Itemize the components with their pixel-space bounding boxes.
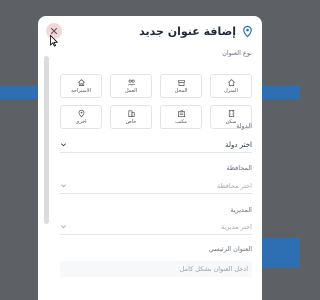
- address-type-grid: المنزل المحل العمل الاستراحة سكن مكتب خا…: [60, 74, 252, 129]
- address-type-home[interactable]: المنزل: [210, 74, 252, 98]
- address-type-rest-house[interactable]: الاستراحة: [60, 74, 102, 98]
- location-plus-icon: [240, 24, 254, 38]
- location-pin-icon: [78, 109, 84, 118]
- building-icon: [228, 109, 234, 118]
- address-type-label: الاستراحة: [71, 88, 91, 94]
- rest-house-icon: [77, 79, 85, 87]
- address-type-work[interactable]: العمل: [110, 74, 152, 98]
- address-type-label: المنزل: [224, 88, 238, 94]
- address-type-label: سكن: [225, 119, 237, 125]
- scrollbar[interactable]: [44, 56, 49, 224]
- country-label: الدولة: [236, 122, 252, 130]
- backdrop-strip-left: [0, 85, 38, 99]
- governorate-select[interactable]: اختر محافظة: [60, 178, 252, 194]
- private-building-icon: [127, 110, 135, 118]
- address-type-label: مكتب: [175, 119, 187, 125]
- backdrop-block: [262, 238, 300, 268]
- address-type-label: خاص: [125, 119, 137, 125]
- address-type-label: العمل: [125, 88, 138, 94]
- directorate-label: المديرية: [230, 206, 252, 214]
- address-type-label: المحل: [174, 88, 188, 94]
- office-icon: [177, 110, 185, 118]
- address-type-private[interactable]: خاص: [110, 105, 152, 129]
- address-type-office[interactable]: مكتب: [160, 105, 202, 129]
- country-select[interactable]: اختر دولة: [60, 137, 252, 153]
- address-type-other[interactable]: اخرى: [60, 105, 102, 129]
- main-address-input[interactable]: ادخل العنوان بشكل كامل: [60, 261, 252, 277]
- main-address-label: العنوان الرئيسي: [208, 245, 252, 253]
- chevron-down-icon: [61, 143, 66, 147]
- people-icon: [127, 79, 135, 86]
- house-icon: [227, 79, 235, 87]
- chevron-down-icon: [61, 225, 66, 229]
- directorate-select[interactable]: اختر مديرية: [60, 219, 252, 235]
- modal-header: إضافة عنوان جديد: [38, 16, 262, 46]
- governorate-select-placeholder: اختر محافظة: [216, 181, 252, 190]
- mouse-cursor-icon: [50, 35, 58, 47]
- modal-title: إضافة عنوان جديد: [139, 24, 236, 38]
- directorate-select-placeholder: اختر مديرية: [220, 222, 252, 231]
- governorate-label: المحافظة: [226, 164, 252, 172]
- address-type-label: نوع العنوان: [222, 49, 252, 57]
- chevron-down-icon: [61, 184, 66, 188]
- address-type-label: اخرى: [75, 119, 87, 125]
- backdrop-strip-right: [262, 85, 300, 99]
- country-select-value: اختر دولة: [225, 140, 252, 149]
- address-type-shop[interactable]: المحل: [160, 74, 202, 98]
- add-address-modal: إضافة عنوان جديد ✕ نوع العنوان المنزل ال…: [38, 16, 262, 300]
- main-address-placeholder: ادخل العنوان بشكل كامل: [179, 265, 248, 273]
- shop-icon: [177, 80, 185, 87]
